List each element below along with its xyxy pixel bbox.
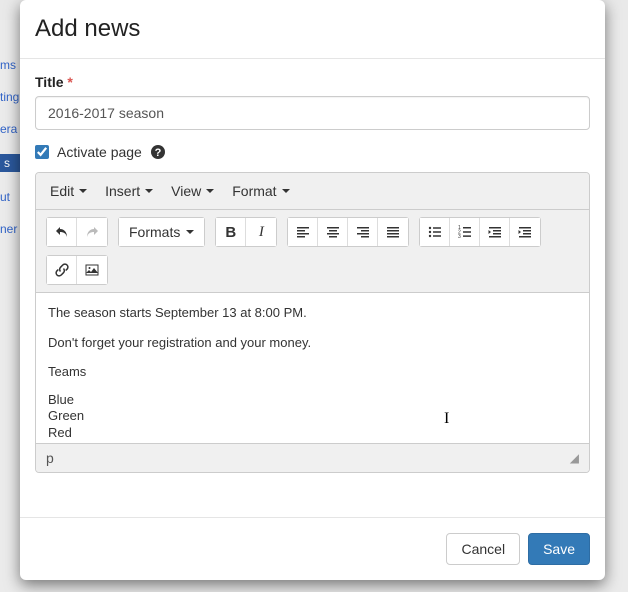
svg-text:?: ? bbox=[154, 147, 161, 159]
cancel-button[interactable]: Cancel bbox=[446, 533, 520, 565]
menu-format[interactable]: Format bbox=[224, 177, 297, 205]
image-button[interactable] bbox=[77, 256, 107, 284]
modal-body: Title * Activate page ? Edit Insert View… bbox=[20, 59, 605, 517]
bullet-list-button[interactable] bbox=[420, 218, 450, 246]
resize-handle-icon[interactable]: ◢ bbox=[570, 451, 579, 465]
link-button[interactable] bbox=[47, 256, 77, 284]
title-label: Title * bbox=[35, 74, 590, 90]
align-justify-button[interactable] bbox=[378, 218, 408, 246]
editor-menubar: Edit Insert View Format bbox=[36, 173, 589, 210]
menu-edit[interactable]: Edit bbox=[42, 177, 95, 205]
content-line: Green bbox=[48, 408, 577, 425]
svg-text:3: 3 bbox=[458, 234, 461, 240]
redo-button[interactable] bbox=[77, 218, 107, 246]
save-button[interactable]: Save bbox=[528, 533, 590, 565]
bold-button[interactable]: B bbox=[216, 218, 246, 246]
content-line: Red bbox=[48, 425, 577, 442]
caret-icon bbox=[79, 189, 87, 193]
content-line: Yellow bbox=[48, 442, 577, 443]
caret-icon bbox=[206, 189, 214, 193]
add-news-modal: Add news Title * Activate page ? Edit In… bbox=[20, 0, 605, 580]
editor-content-area[interactable]: The season starts September 13 at 8:00 P… bbox=[36, 293, 589, 443]
activate-page-checkbox[interactable] bbox=[35, 145, 49, 159]
rich-text-editor: Edit Insert View Format Formats bbox=[35, 172, 590, 473]
activate-page-row: Activate page ? bbox=[35, 144, 590, 160]
editor-toolbar: Formats B I 123 bbox=[36, 210, 589, 293]
element-path[interactable]: p bbox=[46, 450, 54, 466]
menu-insert[interactable]: Insert bbox=[97, 177, 161, 205]
formats-dropdown[interactable]: Formats bbox=[119, 218, 204, 246]
modal-footer: Cancel Save bbox=[20, 517, 605, 580]
undo-button[interactable] bbox=[47, 218, 77, 246]
content-paragraph: Teams bbox=[48, 362, 577, 382]
menu-view[interactable]: View bbox=[163, 177, 222, 205]
activate-page-label: Activate page bbox=[57, 144, 142, 160]
outdent-button[interactable] bbox=[480, 218, 510, 246]
align-left-button[interactable] bbox=[288, 218, 318, 246]
caret-icon bbox=[282, 189, 290, 193]
caret-icon bbox=[186, 230, 194, 234]
modal-title: Add news bbox=[35, 15, 590, 43]
required-mark: * bbox=[67, 74, 72, 90]
align-right-button[interactable] bbox=[348, 218, 378, 246]
number-list-button[interactable]: 123 bbox=[450, 218, 480, 246]
italic-button[interactable]: I bbox=[246, 218, 276, 246]
indent-button[interactable] bbox=[510, 218, 540, 246]
caret-icon bbox=[145, 189, 153, 193]
help-icon[interactable]: ? bbox=[150, 144, 166, 160]
content-line: Blue bbox=[48, 392, 577, 409]
editor-status-bar: p ◢ bbox=[36, 443, 589, 472]
title-input[interactable] bbox=[35, 96, 590, 130]
content-paragraph: The season starts September 13 at 8:00 P… bbox=[48, 303, 577, 323]
align-center-button[interactable] bbox=[318, 218, 348, 246]
modal-header: Add news bbox=[20, 0, 605, 59]
content-paragraph: Don't forget your registration and your … bbox=[48, 333, 577, 353]
